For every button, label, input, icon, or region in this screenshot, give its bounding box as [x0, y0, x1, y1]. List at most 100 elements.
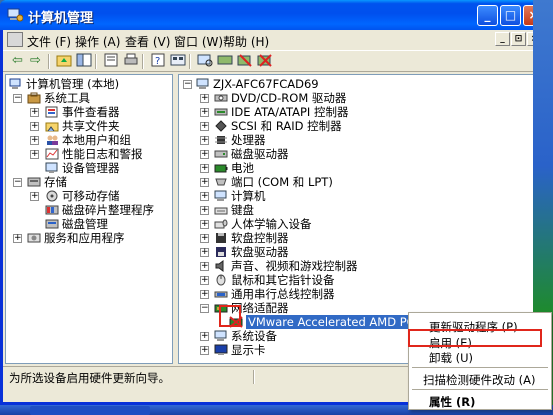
up-icon[interactable]	[55, 53, 72, 69]
expand-icon[interactable]: +	[200, 332, 209, 341]
scan-icon[interactable]	[196, 53, 213, 69]
minimize-button[interactable]: _	[477, 5, 498, 26]
taskbar-button[interactable]	[30, 406, 150, 415]
usb-icon	[214, 291, 228, 298]
collapse-icon[interactable]: −	[13, 94, 22, 103]
tree-label: 性能日志和警报	[62, 147, 143, 161]
services-icon	[27, 233, 41, 243]
expand-icon[interactable]: +	[200, 192, 209, 201]
system-devices-icon	[214, 330, 227, 341]
expand-icon[interactable]: +	[200, 150, 209, 159]
expand-icon[interactable]: +	[200, 206, 209, 215]
disable-icon[interactable]	[236, 53, 253, 69]
update-icon[interactable]	[216, 53, 233, 69]
mdi-minimize-button[interactable]: _	[495, 32, 510, 46]
expand-icon[interactable]: +	[200, 262, 209, 271]
menu-item-properties[interactable]: 属性 (R)	[429, 394, 475, 410]
device-category-label: IDE ATA/ATAPI 控制器	[231, 105, 349, 119]
device-category-label: 处理器	[231, 133, 266, 147]
view-icon[interactable]	[169, 53, 186, 69]
battery-icon	[214, 164, 228, 173]
menu-item-uninstall[interactable]: 卸载 (U)	[429, 350, 473, 366]
hid-icon	[214, 219, 228, 229]
toolbox-icon	[27, 92, 41, 104]
disk-management-icon	[45, 219, 59, 229]
tree-label: 服务和应用程序	[44, 231, 125, 245]
tree-label: 磁盘管理	[62, 217, 108, 231]
menu-view[interactable]: 查看 (V)	[125, 33, 170, 50]
tree-label: 系统工具	[44, 91, 90, 105]
expand-icon[interactable]: +	[200, 108, 209, 117]
mouse-icon	[216, 274, 226, 286]
expand-icon[interactable]: +	[200, 276, 209, 285]
device-category-label: 鼠标和其它指针设备	[231, 273, 335, 287]
device-category-label: 系统设备	[231, 329, 277, 343]
disk-drive-icon	[214, 150, 228, 158]
users-icon	[47, 135, 58, 145]
expand-icon[interactable]: +	[200, 136, 209, 145]
tree-label: 事件查看器	[62, 105, 120, 119]
collapse-icon[interactable]: −	[183, 80, 192, 89]
device-category-label: 声音、视频和游戏控制器	[231, 259, 358, 273]
properties-icon[interactable]	[102, 53, 119, 69]
status-separator	[253, 370, 255, 384]
console-icon[interactable]	[7, 32, 23, 47]
mdi-restore-button[interactable]: ⊡	[511, 32, 526, 46]
console-tree: 计算机管理 (本地) − 系统工具 + 事件查看器 + 共享文件夹 + 本地用户…	[5, 74, 173, 364]
device-category-label: 通用串行总线控制器	[231, 287, 335, 301]
expand-icon[interactable]: +	[200, 220, 209, 229]
expand-icon[interactable]: +	[200, 290, 209, 299]
expand-icon[interactable]: +	[200, 248, 209, 257]
back-icon[interactable]: ⇦	[9, 53, 26, 69]
help-icon[interactable]: ?	[149, 53, 166, 69]
device-category-label: 端口 (COM 和 LPT)	[231, 175, 333, 189]
expand-icon[interactable]: +	[200, 346, 209, 355]
title-bar[interactable]: 计算机管理 _ □ ×	[0, 0, 549, 30]
expand-icon[interactable]: +	[200, 164, 209, 173]
window-title: 计算机管理	[28, 11, 94, 26]
expand-icon[interactable]: +	[200, 122, 209, 131]
expand-icon[interactable]: +	[30, 136, 39, 145]
print-icon[interactable]	[122, 53, 139, 69]
collapse-icon[interactable]: −	[13, 178, 22, 187]
svg-text:?: ?	[155, 56, 160, 67]
menu-item-scan-hardware[interactable]: 扫描检测硬件改动 (A)	[423, 372, 536, 388]
expand-icon[interactable]: +	[30, 150, 39, 159]
expand-icon[interactable]: +	[200, 234, 209, 243]
computer-icon	[214, 190, 227, 201]
computer-icon	[196, 78, 209, 89]
expand-icon[interactable]: +	[200, 94, 209, 103]
forward-icon[interactable]: ⇨	[27, 53, 44, 69]
port-icon	[215, 178, 227, 186]
dvd-drive-icon	[214, 94, 228, 102]
highlight-disabled-icon	[219, 305, 241, 327]
menu-help[interactable]: 帮助 (H)	[223, 33, 269, 50]
expand-icon[interactable]: +	[13, 234, 22, 243]
show-tree-icon[interactable]	[75, 53, 92, 69]
tree-label: 存储	[44, 175, 67, 189]
floppy-drive-icon	[216, 247, 226, 257]
context-menu: 更新驱动程序 (P)... 启用 (E) 卸载 (U) 扫描检测硬件改动 (A)…	[408, 312, 552, 410]
expand-icon[interactable]: +	[200, 178, 209, 187]
shared-folder-icon	[45, 122, 59, 132]
defrag-icon	[45, 205, 59, 215]
uninstall-icon[interactable]	[256, 53, 273, 69]
maximize-button[interactable]: □	[500, 5, 521, 26]
tree-label: 计算机管理 (本地)	[26, 77, 120, 91]
tree-label: 可移动存储	[62, 189, 120, 203]
menu-file[interactable]: 文件 (F)	[27, 33, 71, 50]
menu-separator	[412, 389, 548, 390]
device-category-label: 人体学输入设备	[231, 217, 312, 231]
menu-action[interactable]: 操作 (A)	[75, 33, 120, 50]
expand-icon[interactable]: +	[30, 192, 39, 201]
toolbar: ⇦ ⇨ ?	[3, 50, 546, 72]
collapse-icon[interactable]: −	[200, 304, 209, 313]
ide-controller-icon	[214, 108, 228, 116]
menu-separator	[412, 367, 548, 368]
expand-icon[interactable]: +	[30, 122, 39, 131]
device-category-label: 显示卡	[231, 343, 266, 357]
scsi-controller-icon	[215, 120, 227, 132]
expand-icon[interactable]: +	[30, 108, 39, 117]
menu-window[interactable]: 窗口 (W)	[174, 33, 223, 50]
tree-label: 共享文件夹	[62, 119, 120, 133]
